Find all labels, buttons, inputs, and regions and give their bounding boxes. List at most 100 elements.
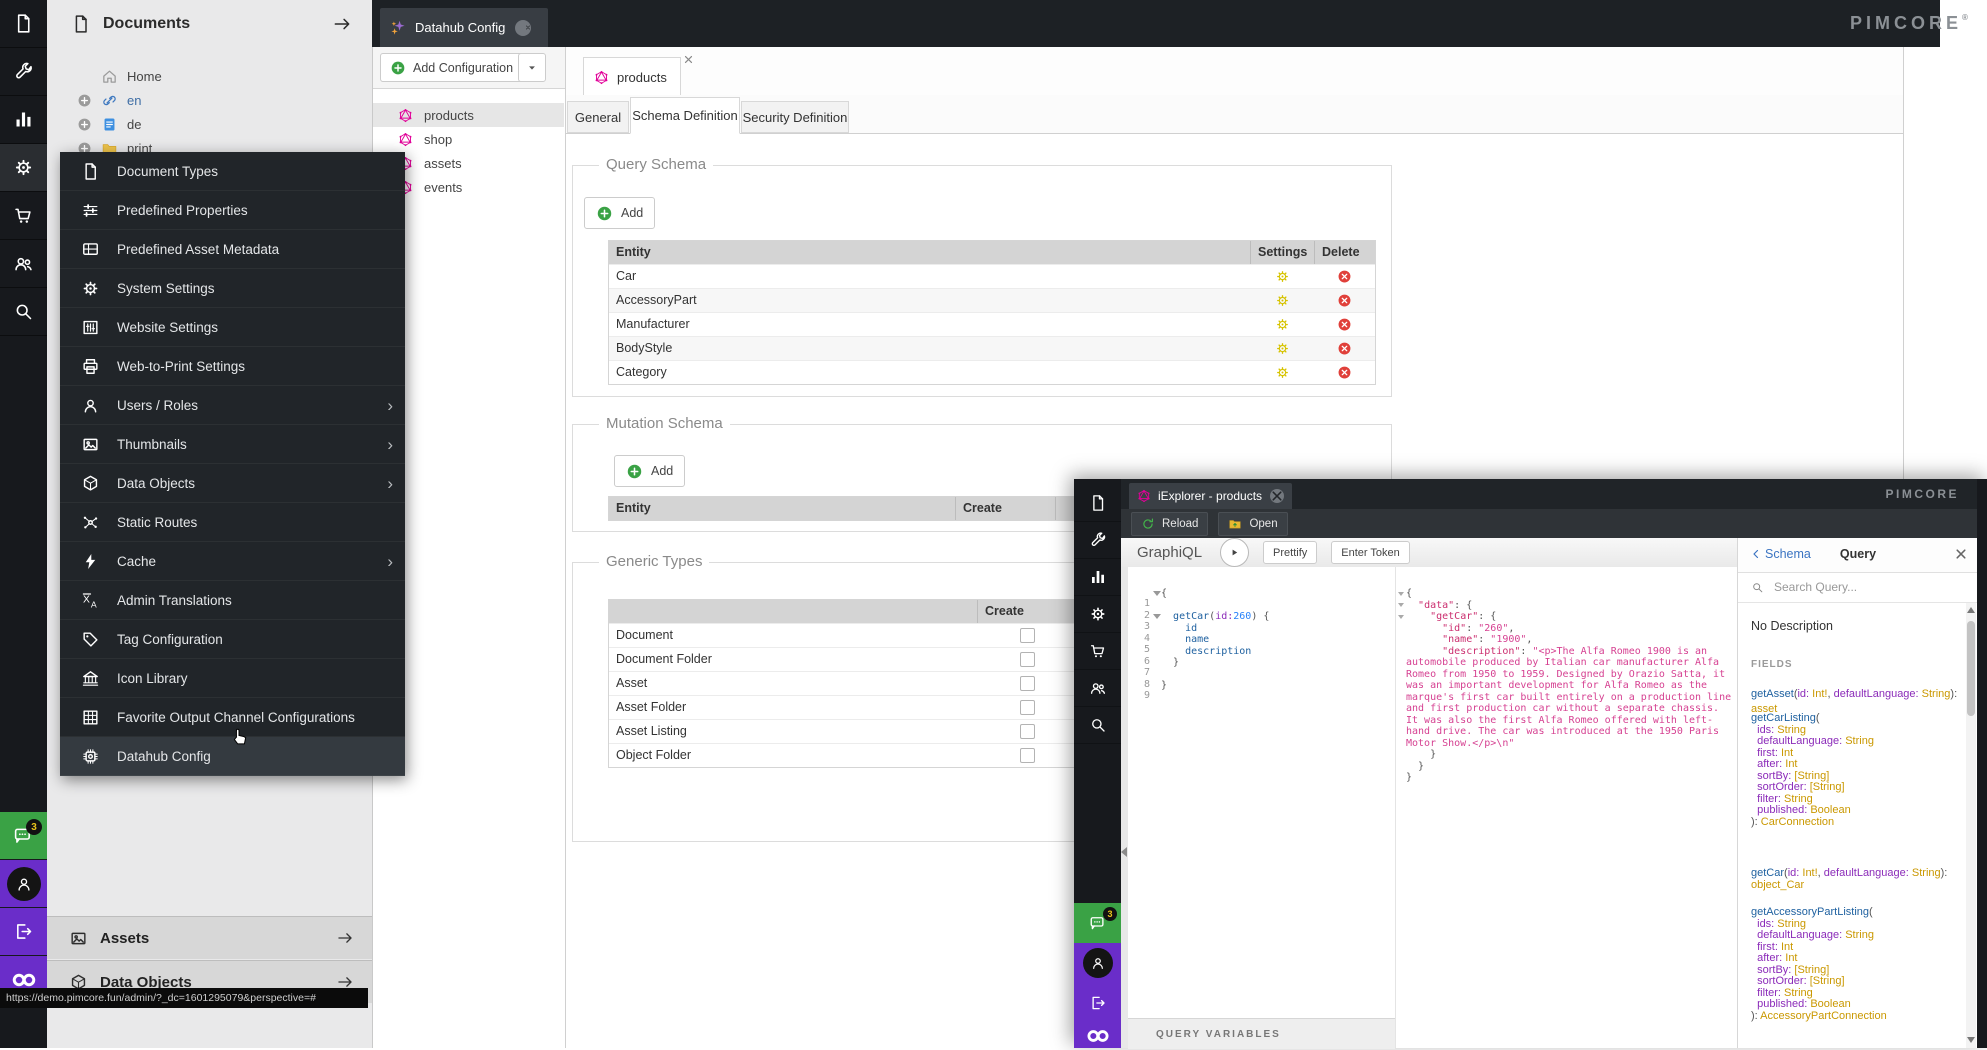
menu-item-website-settings[interactable]: Website Settings: [60, 308, 405, 347]
add-configuration-button[interactable]: Add Configuration: [380, 53, 524, 82]
close-icon[interactable]: [1954, 547, 1968, 561]
rail-item-reports[interactable]: [1074, 559, 1121, 596]
menu-item-thumbnails[interactable]: Thumbnails ›: [60, 425, 405, 464]
menu-item-data-objects[interactable]: Data Objects ›: [60, 464, 405, 503]
rail-item-tools[interactable]: [1074, 522, 1121, 559]
tab-general[interactable]: General: [567, 101, 629, 133]
table-row[interactable]: Asset Folder: [609, 695, 1152, 719]
table-row[interactable]: BodyStyle: [609, 336, 1375, 360]
settings-gear-icon[interactable]: [1275, 341, 1290, 356]
fold-arrow-icon[interactable]: [1398, 592, 1404, 596]
create-checkbox[interactable]: [1019, 652, 1035, 667]
table-row[interactable]: Car: [609, 264, 1375, 288]
column-delete[interactable]: Delete: [1314, 241, 1375, 264]
prettify-button[interactable]: Prettify: [1263, 541, 1318, 564]
tree-item-home[interactable]: Home: [47, 64, 372, 88]
field-getCarListing[interactable]: getCarListing( ids: String defaultLangua…: [1751, 711, 1962, 828]
delete-icon[interactable]: [1337, 269, 1352, 284]
tree-item-en[interactable]: en: [47, 88, 372, 112]
delete-icon[interactable]: [1337, 365, 1352, 380]
tab-schema-definition[interactable]: Schema Definition: [630, 97, 740, 134]
create-checkbox[interactable]: [1019, 700, 1035, 715]
table-row[interactable]: Category: [609, 360, 1375, 384]
search-query-input[interactable]: [1772, 579, 1946, 595]
delete-icon[interactable]: [1337, 317, 1352, 332]
column-create[interactable]: Create: [977, 600, 1077, 623]
expand-plus-icon[interactable]: [77, 93, 92, 108]
rail-item-tools[interactable]: [0, 48, 47, 96]
rail-item-settings[interactable]: [1074, 596, 1121, 633]
docs-scrollbar[interactable]: [1966, 603, 1976, 1048]
column-settings[interactable]: Settings: [1250, 241, 1314, 264]
menu-item-system-settings[interactable]: System Settings: [60, 269, 405, 308]
table-row[interactable]: AccessoryPart: [609, 288, 1375, 312]
menu-item-static-routes[interactable]: Static Routes: [60, 503, 405, 542]
accordion-assets[interactable]: Assets: [47, 916, 372, 959]
rail-item-notifications[interactable]: 3: [0, 812, 47, 859]
collapse-left-icon[interactable]: [1121, 847, 1127, 857]
tree-item-de[interactable]: de: [47, 112, 372, 136]
table-row[interactable]: Asset Listing: [609, 719, 1152, 743]
open-button[interactable]: Open: [1218, 511, 1288, 536]
rail-item-reports[interactable]: [0, 96, 47, 144]
tab-close-button[interactable]: [515, 19, 532, 36]
rail-item-profile[interactable]: [1074, 943, 1121, 983]
menu-item-cache[interactable]: Cache ›: [60, 542, 405, 581]
menu-item-users-roles[interactable]: Users / Roles ›: [60, 386, 405, 425]
rail-item-ecommerce[interactable]: [0, 192, 47, 240]
menu-item-predefined-asset-metadata[interactable]: Predefined Asset Metadata: [60, 230, 405, 269]
create-checkbox[interactable]: [1019, 724, 1035, 739]
reload-button[interactable]: Reload: [1131, 511, 1209, 536]
table-row[interactable]: Asset: [609, 671, 1152, 695]
tab-close-button[interactable]: [1270, 489, 1285, 503]
delete-icon[interactable]: [1337, 293, 1352, 308]
rail-item-pimcore[interactable]: [1074, 1023, 1121, 1048]
query-variables-bar[interactable]: QUERY VARIABLES: [1128, 1018, 1395, 1049]
create-checkbox[interactable]: [1019, 676, 1035, 691]
tab-security-definition[interactable]: Security Definition: [741, 101, 849, 133]
tab-close-icon[interactable]: [683, 54, 694, 65]
rail-item-customers[interactable]: [1074, 670, 1121, 707]
rail-item-search[interactable]: [1074, 707, 1121, 744]
fold-arrow-icon[interactable]: [1153, 591, 1161, 596]
tab-datahub-config[interactable]: Datahub Config: [380, 8, 548, 47]
fold-arrow-icon[interactable]: [1153, 614, 1161, 619]
settings-gear-icon[interactable]: [1275, 365, 1290, 380]
scrollbar-thumb[interactable]: [1967, 621, 1975, 716]
enter-token-button[interactable]: Enter Token: [1331, 541, 1410, 564]
table-row[interactable]: Document Folder: [609, 647, 1152, 671]
menu-item-icon-library[interactable]: Icon Library: [60, 659, 405, 698]
settings-gear-icon[interactable]: [1275, 317, 1290, 332]
create-checkbox[interactable]: [1019, 628, 1035, 643]
menu-item-document-types[interactable]: Document Types: [60, 152, 405, 191]
create-checkbox[interactable]: [1019, 748, 1035, 763]
menu-item-predefined-properties[interactable]: Predefined Properties: [60, 191, 405, 230]
menu-item-admin-translations[interactable]: X A Admin Translations: [60, 581, 405, 620]
scroll-up-icon[interactable]: [1967, 607, 1975, 613]
rail-item-search[interactable]: [0, 288, 47, 336]
column-entity[interactable]: Entity: [609, 497, 955, 520]
rail-item-documents[interactable]: [0, 0, 47, 48]
column-type[interactable]: [609, 600, 977, 623]
query-editor[interactable]: 1 2 3 4 5 6 7 8 9 { getCar(id:260) { id …: [1128, 567, 1395, 1018]
rail-item-settings[interactable]: [0, 144, 47, 192]
menu-item-datahub-config[interactable]: Datahub Config: [60, 737, 405, 776]
rail-item-customers[interactable]: [0, 240, 47, 288]
config-item-shop[interactable]: shop: [372, 127, 564, 151]
menu-item-tag-configuration[interactable]: Tag Configuration: [60, 620, 405, 659]
fold-arrow-icon[interactable]: [1398, 615, 1404, 619]
execute-query-button[interactable]: [1220, 538, 1250, 567]
menu-item-web-to-print[interactable]: Web-to-Print Settings: [60, 347, 405, 386]
rail-item-profile[interactable]: [0, 860, 47, 907]
tab-iexplorer-products[interactable]: iExplorer - products: [1129, 483, 1293, 509]
tab-products[interactable]: products: [583, 55, 693, 96]
field-getAccessoryPartListing[interactable]: getAccessoryPartListing( ids: String def…: [1751, 905, 1962, 1022]
add-configuration-caret-button[interactable]: [518, 53, 546, 82]
mutation-add-button[interactable]: Add: [614, 455, 686, 487]
scroll-down-icon[interactable]: [1967, 1037, 1975, 1043]
query-code[interactable]: { getCar(id:260) { id name description }…: [1161, 588, 1393, 692]
field-getCar[interactable]: getCar(id: Int!, defaultLanguage: String…: [1751, 866, 1962, 891]
rail-item-documents[interactable]: [1074, 485, 1121, 522]
table-row[interactable]: Manufacturer: [609, 312, 1375, 336]
table-row[interactable]: Document: [609, 623, 1152, 647]
